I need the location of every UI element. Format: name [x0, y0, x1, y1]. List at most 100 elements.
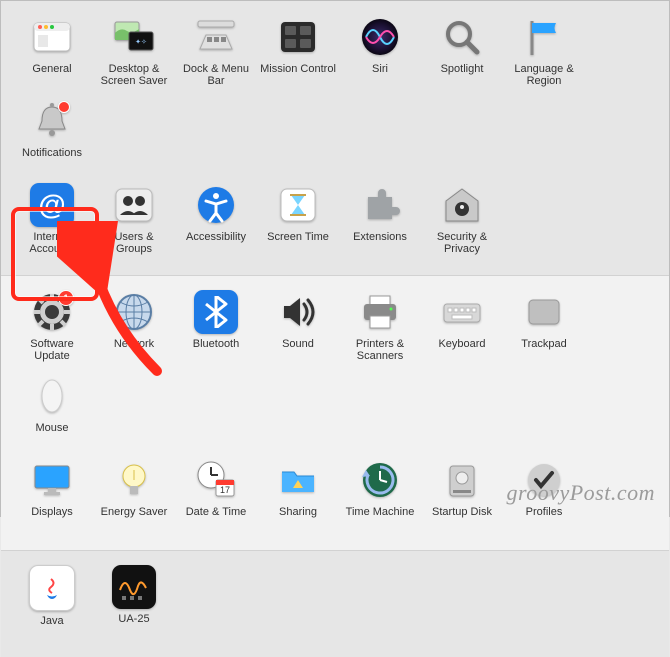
pref-trackpad[interactable]: Trackpad [503, 286, 585, 370]
java-icon [29, 565, 75, 611]
pref-screen-time[interactable]: Screen Time [257, 179, 339, 263]
spotlight-icon [440, 15, 484, 59]
pref-sound[interactable]: Sound [257, 286, 339, 370]
siri-icon [358, 15, 402, 59]
prefs-row-2: @ Internet Accounts Users & Groups [1, 179, 669, 263]
flag-icon [522, 15, 566, 59]
puzzle-icon [358, 183, 402, 227]
folder-icon [276, 458, 320, 502]
pref-printers-scanners[interactable]: Printers & Scanners [339, 286, 421, 370]
pref-label: Spotlight [441, 63, 484, 75]
pref-label: Desktop & Screen Saver [95, 63, 173, 87]
general-icon [30, 15, 74, 59]
pref-label: Security & Privacy [423, 231, 501, 255]
pref-label: Java [40, 615, 63, 627]
pref-time-machine[interactable]: Time Machine [339, 454, 421, 538]
pref-notifications[interactable]: Notifications [11, 95, 93, 179]
pref-energy-saver[interactable]: Energy Saver [93, 454, 175, 538]
pref-ua25[interactable]: UA-25 [93, 561, 175, 645]
update-badge: 1 [58, 290, 74, 306]
keyboard-icon [440, 290, 484, 334]
pref-label: Displays [31, 506, 73, 518]
pref-label: Energy Saver [101, 506, 168, 518]
globe-icon [112, 290, 156, 334]
pref-network[interactable]: Network [93, 286, 175, 370]
pref-label: Network [114, 338, 154, 350]
time-machine-icon [358, 458, 402, 502]
pref-label: Trackpad [521, 338, 566, 350]
pref-general[interactable]: General [11, 11, 93, 95]
pref-label: Extensions [353, 231, 407, 243]
printer-icon [358, 290, 402, 334]
disk-icon [440, 458, 484, 502]
pref-startup-disk[interactable]: Startup Disk [421, 454, 503, 538]
pref-label: Accessibility [186, 231, 246, 243]
pref-label: Bluetooth [193, 338, 239, 350]
pref-label: Mission Control [260, 63, 336, 75]
gear-icon: 1 [30, 290, 74, 334]
pref-keyboard[interactable]: Keyboard [421, 286, 503, 370]
pref-mouse[interactable]: Mouse [11, 370, 93, 454]
svg-text:✦✧: ✦✧ [135, 38, 147, 46]
pref-label: UA-25 [118, 613, 149, 625]
pref-label: Screen Time [267, 231, 329, 243]
pref-java[interactable]: Java [11, 561, 93, 645]
pref-mission-control[interactable]: Mission Control [257, 11, 339, 95]
pref-label: Sharing [279, 506, 317, 518]
prefs-group-1: General ✦✧ Desktop & Screen Saver [1, 1, 669, 276]
pref-label: Date & Time [186, 506, 247, 518]
pref-accessibility[interactable]: Accessibility [175, 179, 257, 263]
prefs-row-5: Java UA-25 [1, 561, 669, 645]
prefs-group-3: Java UA-25 [1, 551, 669, 657]
pref-extensions[interactable]: Extensions [339, 179, 421, 263]
users-icon [112, 183, 156, 227]
accessibility-icon [194, 183, 238, 227]
trackpad-icon [522, 290, 566, 334]
pref-users-groups[interactable]: Users & Groups [93, 179, 175, 263]
clock-calendar-icon: 17 [194, 458, 238, 502]
pref-bluetooth[interactable]: Bluetooth [175, 286, 257, 370]
pref-language-region[interactable]: Language & Region [503, 11, 585, 95]
pref-label: Startup Disk [432, 506, 492, 518]
pref-label: Software Update [13, 338, 91, 362]
pref-label: Notifications [22, 147, 82, 159]
desktop-icon: ✦✧ [112, 15, 156, 59]
watermark: groovyPost.com [506, 480, 655, 506]
mission-control-icon [276, 15, 320, 59]
pref-label: Language & Region [505, 63, 583, 87]
pref-desktop-screensaver[interactable]: ✦✧ Desktop & Screen Saver [93, 11, 175, 95]
pref-security-privacy[interactable]: Security & Privacy [421, 179, 503, 263]
prefs-row-1: General ✦✧ Desktop & Screen Saver [1, 11, 669, 179]
pref-label: Dock & Menu Bar [177, 63, 255, 87]
pref-displays[interactable]: Displays [11, 454, 93, 538]
display-icon [30, 458, 74, 502]
hourglass-icon [276, 183, 320, 227]
pref-date-time[interactable]: 17 Date & Time [175, 454, 257, 538]
pref-label: Internet Accounts [13, 231, 91, 255]
mouse-icon [30, 374, 74, 418]
speaker-icon [276, 290, 320, 334]
pref-spotlight[interactable]: Spotlight [421, 11, 503, 95]
pref-label: Mouse [35, 422, 68, 434]
bluetooth-icon [194, 290, 238, 334]
pref-dock-menubar[interactable]: Dock & Menu Bar [175, 11, 257, 95]
prefs-group-2: 1 Software Update Network Bluetooth [1, 276, 669, 551]
audio-device-icon [112, 565, 156, 609]
at-icon: @ [30, 183, 74, 227]
pref-label: Siri [372, 63, 388, 75]
svg-text:17: 17 [220, 485, 230, 495]
bulb-icon [112, 458, 156, 502]
bell-icon [30, 99, 74, 143]
dock-icon [194, 15, 238, 59]
pref-label: Keyboard [438, 338, 485, 350]
pref-software-update[interactable]: 1 Software Update [11, 286, 93, 370]
pref-label: Printers & Scanners [341, 338, 419, 362]
prefs-row-3: 1 Software Update Network Bluetooth [1, 286, 669, 454]
pref-label: General [32, 63, 71, 75]
pref-label: Time Machine [346, 506, 415, 518]
pref-label: Users & Groups [95, 231, 173, 255]
pref-siri[interactable]: Siri [339, 11, 421, 95]
notification-badge [58, 101, 70, 113]
pref-sharing[interactable]: Sharing [257, 454, 339, 538]
pref-internet-accounts[interactable]: @ Internet Accounts [11, 179, 93, 263]
